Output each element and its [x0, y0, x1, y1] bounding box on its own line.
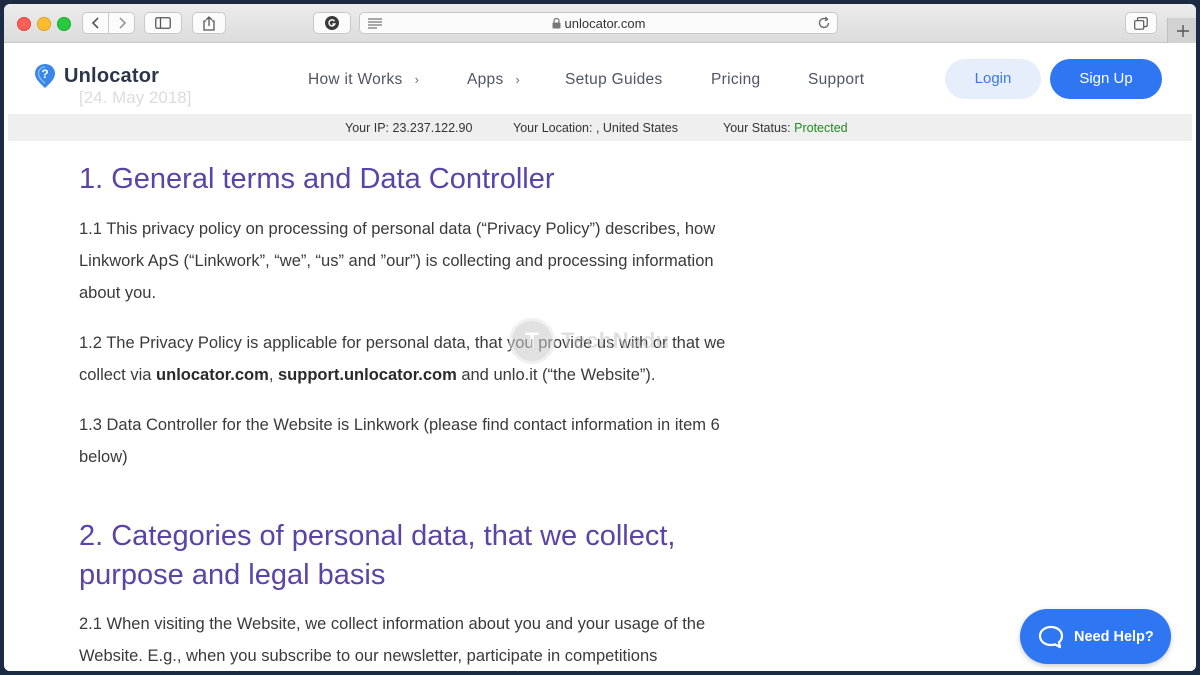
tabs-overview-icon — [1134, 16, 1148, 30]
grammarly-extension-button[interactable] — [313, 12, 351, 34]
chevron-left-icon — [91, 17, 99, 29]
watermark-logo: T — [509, 318, 555, 364]
web-page: [24. May 2018] ? Unlocator How it Works ›… — [4, 43, 1196, 671]
chat-bubble-icon — [1038, 625, 1064, 648]
sidebar-toggle-button[interactable] — [144, 12, 182, 34]
paragraph-2-1: 2.1 When visiting the Website, we collec… — [79, 615, 706, 665]
paragraph-1-2-text-b: and unlo.it (“the Website”). — [456, 366, 656, 384]
nav-how-it-works[interactable]: How it Works › — [308, 71, 419, 89]
connection-status-bar: Your IP: 23.237.122.90 Your Location: , … — [8, 114, 1192, 141]
url-text: unlocator.com — [564, 16, 646, 31]
status-protection: Your Status: Protected — [723, 121, 848, 135]
ip-value: 23.237.122.90 — [392, 121, 473, 135]
location-value: , United States — [595, 121, 678, 135]
show-tabs-button[interactable] — [1125, 12, 1157, 34]
nav-setup-guides[interactable]: Setup Guides — [565, 71, 663, 89]
site-header: ? Unlocator How it Works › Apps › Setup Gu… — [4, 43, 1196, 115]
chevron-right-icon: › — [414, 72, 420, 87]
paragraph-1-3: 1.3 Data Controller for the Website is L… — [79, 416, 720, 466]
close-window-button[interactable] — [17, 17, 31, 31]
paragraph-1-1: 1.1 This privacy policy on processing of… — [79, 220, 716, 302]
share-button[interactable] — [192, 12, 226, 34]
site-logo[interactable]: ? Unlocator — [34, 63, 159, 89]
technadu-watermark: T TechNadu — [509, 318, 670, 364]
back-button[interactable] — [82, 12, 109, 34]
forward-button[interactable] — [108, 12, 135, 34]
browser-window: unlocator.com [24. May 2018] ? Unlocator — [4, 4, 1196, 671]
chevron-right-icon — [118, 17, 126, 29]
unlocator-logo-icon: ? — [35, 64, 55, 88]
nav-apps-label: Apps — [467, 71, 504, 88]
ip-label: Your IP: — [345, 121, 390, 135]
need-help-label: Need Help? — [1074, 628, 1154, 645]
plus-icon — [1176, 24, 1189, 37]
section-1-heading: 1. General terms and Data Controller — [79, 163, 555, 195]
address-url: unlocator.com — [360, 16, 837, 31]
unlocator-link[interactable]: unlocator.com — [156, 366, 269, 384]
support-link[interactable]: support.unlocator.com — [278, 366, 457, 384]
reload-icon[interactable] — [817, 16, 831, 30]
grammarly-icon — [325, 16, 339, 30]
nav-support[interactable]: Support — [808, 71, 864, 89]
browser-toolbar: unlocator.com — [4, 4, 1196, 43]
new-tab-button[interactable] — [1167, 18, 1196, 43]
status-badge: Protected — [794, 121, 848, 135]
lock-icon — [552, 18, 561, 29]
nav-apps[interactable]: Apps › — [467, 71, 520, 89]
need-help-button[interactable]: Need Help? — [1020, 609, 1171, 664]
status-ip: Your IP: 23.237.122.90 — [345, 121, 472, 135]
nav-how-it-works-label: How it Works — [308, 71, 403, 88]
section-2-heading: 2. Categories of personal data, that we … — [79, 520, 676, 591]
signup-button[interactable]: Sign Up — [1050, 59, 1162, 99]
share-icon — [203, 15, 215, 31]
status-location: Your Location: , United States — [513, 121, 678, 135]
nav-pricing[interactable]: Pricing — [711, 71, 760, 89]
paragraph-1-2-separator: , — [268, 366, 278, 384]
watermark-text: TechNadu — [561, 328, 670, 353]
zoom-window-button[interactable] — [57, 17, 71, 31]
status-label: Your Status: — [723, 121, 791, 135]
address-bar[interactable]: unlocator.com — [359, 12, 838, 34]
svg-text:?: ? — [41, 67, 48, 81]
chevron-right-icon: › — [515, 72, 521, 87]
sidebar-icon — [155, 17, 171, 29]
location-label: Your Location: — [513, 121, 593, 135]
minimize-window-button[interactable] — [37, 17, 51, 31]
login-button[interactable]: Login — [945, 59, 1041, 99]
logo-text: Unlocator — [64, 64, 160, 87]
